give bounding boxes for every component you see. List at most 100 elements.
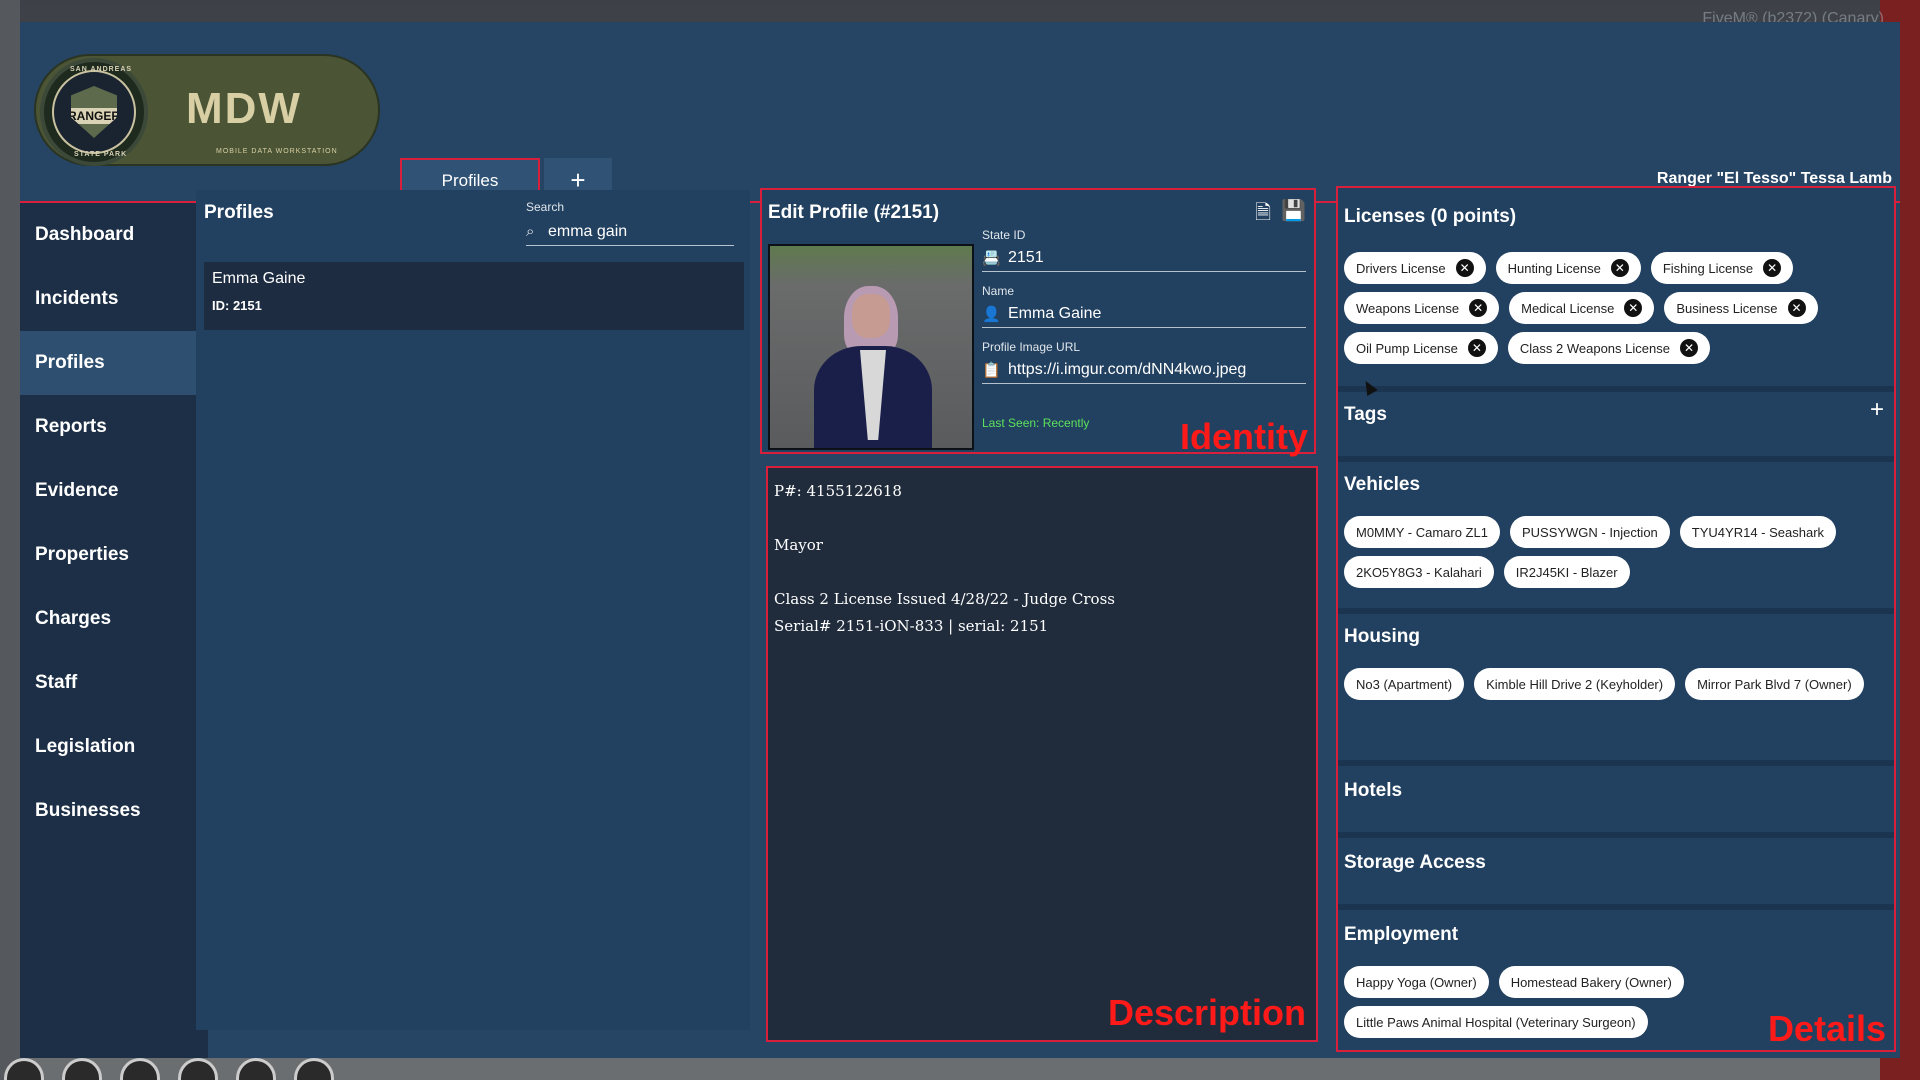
image-url-label: Profile Image URL	[982, 340, 1081, 354]
sidebar-item-staff[interactable]: Staff	[20, 651, 208, 715]
employment-chip[interactable]: Happy Yoga (Owner)	[1344, 966, 1489, 998]
vehicle-chip[interactable]: 2KO5Y8G3 - Kalahari	[1344, 556, 1494, 588]
search-value: emma gain	[548, 222, 628, 240]
profile-actions: 🗎 💾	[1255, 198, 1306, 232]
license-chip: Oil Pump License ✕	[1344, 332, 1498, 364]
remove-icon[interactable]: ✕	[1787, 299, 1806, 317]
logo-subtitle: MOBILE DATA WORKSTATION	[216, 148, 338, 155]
image-url-field[interactable]: 📋 https://i.imgur.com/dNN4kwo.jpeg	[982, 356, 1306, 384]
description-line: Mayor	[774, 536, 823, 554]
identity-annotation: Identity	[1179, 416, 1308, 457]
shield-icon: RANGER	[71, 86, 117, 138]
mdw-logo: RANGER SAN ANDREAS STATE PARK MDW MOBILE…	[34, 54, 380, 166]
name-field[interactable]: 👤 Emma Gaine	[982, 300, 1306, 328]
background-strip	[0, 0, 20, 1080]
license-chip: Weapons License ✕	[1344, 292, 1500, 324]
sidebar-item-businesses[interactable]: Businesses	[20, 779, 208, 843]
description-line: Class 2 License Issued 4/28/22 - Judge C…	[774, 590, 1115, 608]
sidebar-item-dashboard[interactable]: Dashboard	[20, 203, 208, 267]
taskbar-dock	[4, 1058, 334, 1080]
sidebar-item-legislation[interactable]: Legislation	[20, 715, 208, 779]
search-icon: ⌕	[526, 223, 535, 240]
sidebar-item-evidence[interactable]: Evidence	[20, 459, 208, 523]
ranger-badge-icon: RANGER SAN ANDREAS STATE PARK	[40, 58, 148, 166]
licenses-title: Licenses (0 points)	[1344, 206, 1517, 227]
licenses-section: Licenses (0 points) Drivers License ✕ Hun…	[1338, 188, 1894, 392]
employment-chip[interactable]: Homestead Bakery (Owner)	[1498, 966, 1684, 998]
vehicle-chip[interactable]: TYU4YR14 - Seashark	[1679, 516, 1837, 548]
state-id-field[interactable]: 📇 2151	[982, 244, 1306, 272]
housing-chip[interactable]: Mirror Park Blvd 7 (Owner)	[1685, 668, 1864, 700]
dock-icon[interactable]	[236, 1058, 276, 1080]
storage-title: Storage Access	[1344, 852, 1486, 873]
vehicle-chip[interactable]: PUSSYWGN - Injection	[1509, 516, 1670, 548]
housing-chip[interactable]: No3 (Apartment)	[1344, 668, 1465, 700]
search-label: Search	[526, 200, 565, 214]
vehicles-section: Vehicles M0MMY - Camaro ZL1 PUSSYWGN - I…	[1338, 462, 1894, 614]
remove-icon[interactable]: ✕	[1624, 299, 1643, 317]
vehicle-chip[interactable]: M0MMY - Camaro ZL1	[1344, 516, 1500, 548]
save-icon[interactable]: 💾	[1281, 198, 1306, 232]
profile-photo	[768, 244, 974, 450]
housing-title: Housing	[1344, 626, 1420, 647]
details-panel: Licenses (0 points) Drivers License ✕ Hun…	[1336, 186, 1896, 1052]
license-chip: Drivers License ✕	[1344, 252, 1486, 284]
hotels-title: Hotels	[1344, 780, 1403, 801]
tags-title: Tags	[1344, 404, 1387, 425]
state-id-label: State ID	[982, 228, 1026, 242]
edit-profile-title: Edit Profile (#2151)	[768, 202, 940, 223]
license-chips: Drivers License ✕ Hunting License ✕ Fishin…	[1344, 252, 1892, 364]
person-icon: 👤	[982, 305, 1001, 323]
profile-result-item[interactable]: Emma Gaine ID: 2151	[204, 262, 744, 330]
details-annotation: Details	[1767, 1008, 1886, 1049]
result-name: Emma Gaine	[212, 270, 306, 287]
remove-icon[interactable]: ✕	[1763, 259, 1782, 277]
logo-title: MDW	[186, 84, 302, 133]
name-label: Name	[982, 284, 1015, 298]
identity-panel: Edit Profile (#2151) 🗎 💾 State ID 📇 2151…	[760, 188, 1316, 457]
add-tag-button[interactable]: +	[1870, 396, 1884, 424]
remove-icon[interactable]: ✕	[1469, 299, 1488, 317]
remove-icon[interactable]: ✕	[1467, 339, 1486, 357]
last-seen-status: Last Seen: Recently	[982, 416, 1090, 430]
search-input[interactable]: ⌕ emma gain	[526, 218, 734, 246]
tags-section: Tags +	[1338, 392, 1894, 462]
description-line	[774, 505, 1310, 532]
dock-icon[interactable]	[4, 1058, 44, 1080]
license-chip: Class 2 Weapons License ✕	[1507, 332, 1710, 364]
sidebar-item-charges[interactable]: Charges	[20, 587, 208, 651]
sidebar-item-reports[interactable]: Reports	[20, 395, 208, 459]
dock-icon[interactable]	[62, 1058, 102, 1080]
sidebar-item-profiles[interactable]: Profiles	[20, 331, 208, 395]
description-line	[774, 559, 1310, 586]
vehicle-chip[interactable]: IR2J45KI - Blazer	[1503, 556, 1630, 588]
license-chip: Hunting License ✕	[1495, 252, 1641, 284]
employment-chip[interactable]: Little Paws Animal Hospital (Veterinary …	[1344, 1006, 1648, 1038]
housing-chip[interactable]: Kimble Hill Drive 2 (Keyholder)	[1474, 668, 1676, 700]
vehicle-chips: M0MMY - Camaro ZL1 PUSSYWGN - Injection …	[1344, 516, 1892, 588]
description-annotation: Description	[1107, 992, 1306, 1033]
remove-icon[interactable]: ✕	[1610, 259, 1629, 277]
dock-icon[interactable]	[120, 1058, 160, 1080]
result-id: ID: 2151	[212, 298, 262, 313]
housing-chips: No3 (Apartment) Kimble Hill Drive 2 (Key…	[1344, 668, 1892, 700]
hotels-section: Hotels	[1338, 766, 1894, 838]
profiles-list-panel: Profiles Search ⌕ emma gain Emma Gaine I…	[196, 190, 750, 1030]
clipboard-icon: 📋	[982, 361, 1001, 379]
remove-icon[interactable]: ✕	[1455, 259, 1474, 277]
remove-icon[interactable]: ✕	[1679, 339, 1698, 357]
license-chip: Medical License ✕	[1509, 292, 1655, 324]
description-line: Serial# 2151-iON-833 | serial: 2151	[774, 617, 1049, 635]
description-panel[interactable]: P#: 4155122618 Mayor Class 2 License Iss…	[766, 466, 1318, 1042]
license-chip: Fishing License ✕	[1650, 252, 1794, 284]
vehicles-title: Vehicles	[1344, 474, 1421, 495]
license-chip: Business License ✕	[1664, 292, 1818, 324]
document-icon[interactable]: 🗎	[1255, 198, 1271, 232]
housing-section: Housing No3 (Apartment) Kimble Hill Driv…	[1338, 614, 1894, 766]
storage-section: Storage Access	[1338, 838, 1894, 910]
description-line: P#: 4155122618	[774, 482, 902, 500]
sidebar-item-properties[interactable]: Properties	[20, 523, 208, 587]
dock-icon[interactable]	[178, 1058, 218, 1080]
sidebar-item-incidents[interactable]: Incidents	[20, 267, 208, 331]
dock-icon[interactable]	[294, 1058, 334, 1080]
